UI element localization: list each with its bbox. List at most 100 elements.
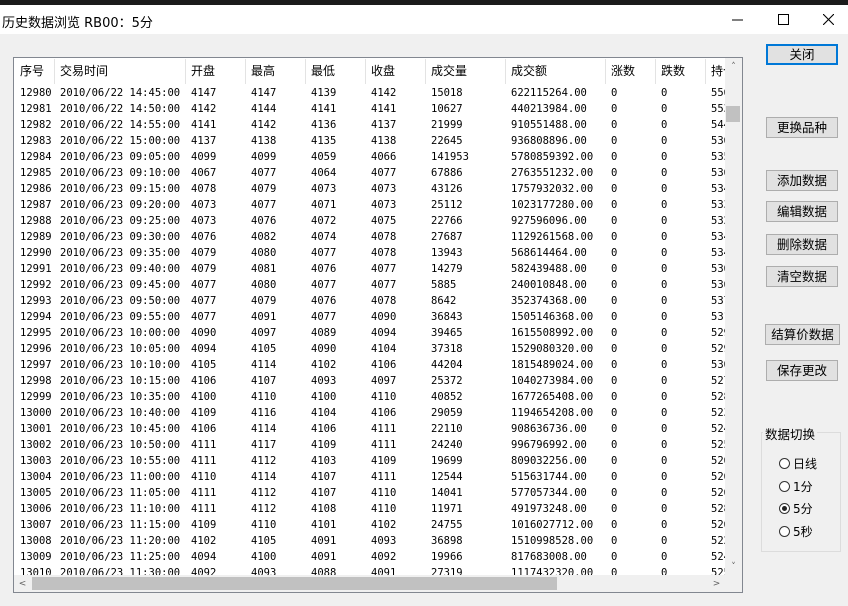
table-row[interactable]: 12982 2010/06/22 14:55:00 4141 4142 4136 4137… <box>15 117 726 133</box>
table-row[interactable]: 13005 2010/06/23 11:05:00 4111 4112 4107 4110… <box>15 485 726 501</box>
data-grid[interactable]: 序号交易时间开盘最高最低收盘成交量成交额涨数跌数持仓 12980 2010/06/… <box>13 57 743 593</box>
header-col-down-count[interactable]: 跌数 <box>656 59 706 84</box>
col-open-interest-cell: 536 <box>711 167 726 179</box>
vertical-scroll-thumb[interactable] <box>726 106 740 122</box>
col-up-count-cell: 0 <box>611 343 618 355</box>
radio-circle-icon[interactable] <box>779 502 790 514</box>
clear-data-button[interactable]: 清空数据 <box>766 266 838 287</box>
table-row[interactable]: 12994 2010/06/23 09:55:00 4077 4091 4077 4090… <box>15 309 726 325</box>
header-col-trade-time[interactable]: 交易时间 <box>55 59 186 84</box>
table-row[interactable]: 13001 2010/06/23 10:45:00 4106 4114 4106 4111… <box>15 421 726 437</box>
radio-daily[interactable]: 日线 <box>779 455 817 471</box>
table-row[interactable]: 12993 2010/06/23 09:50:00 4077 4079 4076 4078… <box>15 293 726 309</box>
col-close-cell: 4078 <box>371 295 397 307</box>
radio-1min[interactable]: 1分 <box>779 478 813 494</box>
table-row[interactable]: 12996 2010/06/23 10:05:00 4094 4105 4090 4104… <box>15 341 726 357</box>
radio-circle-icon[interactable] <box>779 457 790 469</box>
table-row[interactable]: 13002 2010/06/23 10:50:00 4111 4117 4109 4111… <box>15 437 726 453</box>
col-low-cell: 4076 <box>311 263 337 275</box>
header-col-open[interactable]: 开盘 <box>186 59 246 84</box>
table-row[interactable]: 12992 2010/06/23 09:45:00 4077 4080 4077 4077… <box>15 277 726 293</box>
vertical-scrollbar[interactable]: ˄ ˅ <box>725 58 742 575</box>
col-close-cell: 4111 <box>371 423 397 435</box>
header-col-index[interactable]: 序号 <box>15 59 55 84</box>
radio-5sec[interactable]: 5秒 <box>779 523 813 539</box>
col-amount-cell: 817683008.00 <box>511 551 587 563</box>
col-amount-cell: 2763551232.00 <box>511 167 594 179</box>
radio-5min[interactable]: 5分 <box>779 500 813 516</box>
col-open-interest-cell: 530 <box>711 359 726 371</box>
table-row[interactable]: 12989 2010/06/23 09:30:00 4076 4082 4074 4078… <box>15 229 726 245</box>
header-col-open-interest[interactable]: 持仓 <box>706 59 726 84</box>
edit-data-button[interactable]: 编辑数据 <box>766 201 838 222</box>
radio-label: 5秒 <box>793 524 813 539</box>
delete-data-button[interactable]: 删除数据 <box>766 234 838 255</box>
header-col-high[interactable]: 最高 <box>246 59 306 84</box>
col-close-cell: 4077 <box>371 167 397 179</box>
table-row[interactable]: 13009 2010/06/23 11:25:00 4094 4100 4091 4092… <box>15 549 726 565</box>
table-row[interactable]: 13000 2010/06/23 10:40:00 4109 4116 4104 4106… <box>15 405 726 421</box>
col-trade-time-cell: 2010/06/23 10:40:00 <box>60 407 181 419</box>
horizontal-scrollbar[interactable]: < > <box>14 575 725 592</box>
settlement-data-button[interactable]: 结算价数据 <box>765 324 840 345</box>
col-down-count-cell: 0 <box>661 407 668 419</box>
col-low-cell: 4108 <box>311 503 337 515</box>
col-down-count-cell: 0 <box>661 231 668 243</box>
table-row[interactable]: 12988 2010/06/23 09:25:00 4073 4076 4072 4075… <box>15 213 726 229</box>
header-col-up-count[interactable]: 涨数 <box>606 59 656 84</box>
table-row[interactable]: 12997 2010/06/23 10:10:00 4105 4114 4102 4106… <box>15 357 726 373</box>
scroll-down-icon[interactable]: ˅ <box>725 558 742 575</box>
col-amount-cell: 1194654208.00 <box>511 407 594 419</box>
col-amount-cell: 809032256.00 <box>511 455 587 467</box>
table-row[interactable]: 12985 2010/06/23 09:10:00 4067 4077 4064 4077… <box>15 165 726 181</box>
scroll-up-icon[interactable]: ˄ <box>725 58 742 75</box>
col-volume-cell: 40852 <box>431 391 463 403</box>
table-row[interactable]: 13003 2010/06/23 10:55:00 4111 4112 4103 4109… <box>15 453 726 469</box>
header-col-volume[interactable]: 成交量 <box>426 59 506 84</box>
table-row[interactable]: 13008 2010/06/23 11:20:00 4102 4105 4091 4093… <box>15 533 726 549</box>
table-row[interactable]: 13006 2010/06/23 11:10:00 4111 4112 4108 4110… <box>15 501 726 517</box>
header-col-amount[interactable]: 成交额 <box>506 59 606 84</box>
col-low-cell: 4100 <box>311 391 337 403</box>
minimize-button[interactable] <box>714 5 760 34</box>
col-high-cell: 4080 <box>251 279 277 291</box>
table-row[interactable]: 12987 2010/06/23 09:20:00 4073 4077 4071 4073… <box>15 197 726 213</box>
col-open-cell: 4141 <box>191 119 217 131</box>
table-row[interactable]: 12995 2010/06/23 10:00:00 4090 4097 4089 4094… <box>15 325 726 341</box>
maximize-button[interactable] <box>760 5 806 34</box>
title-bar: 历史数据浏览 RB00：5分 <box>0 5 848 34</box>
horizontal-scroll-thumb[interactable] <box>32 577 557 590</box>
scroll-left-icon[interactable]: < <box>14 575 31 592</box>
radio-circle-icon[interactable] <box>779 480 790 492</box>
close-window-button[interactable] <box>805 5 848 34</box>
table-row[interactable]: 12999 2010/06/23 10:35:00 4100 4110 4100 4110… <box>15 389 726 405</box>
col-amount-cell: 582439488.00 <box>511 263 587 275</box>
table-row[interactable]: 13007 2010/06/23 11:15:00 4109 4110 4101 4102… <box>15 517 726 533</box>
table-row[interactable]: 12990 2010/06/23 09:35:00 4079 4080 4077 4078… <box>15 245 726 261</box>
header-col-close[interactable]: 收盘 <box>366 59 426 84</box>
col-trade-time-cell: 2010/06/23 11:05:00 <box>60 487 181 499</box>
col-index-cell: 12986 <box>20 183 52 195</box>
table-row[interactable]: 12983 2010/06/22 15:00:00 4137 4138 4135 4138… <box>15 133 726 149</box>
col-open-cell: 4077 <box>191 295 217 307</box>
col-down-count-cell: 0 <box>661 215 668 227</box>
table-row[interactable]: 12984 2010/06/23 09:05:00 4099 4099 4059 4066… <box>15 149 726 165</box>
col-index-cell: 12998 <box>20 375 52 387</box>
table-row[interactable]: 12981 2010/06/22 14:50:00 4142 4144 4141 4141… <box>15 101 726 117</box>
scroll-right-icon[interactable]: > <box>708 575 725 592</box>
data-switch-label: 数据切换 <box>763 424 818 443</box>
save-changes-button[interactable]: 保存更改 <box>766 360 838 381</box>
window-title: 历史数据浏览 RB00：5分 <box>2 16 153 31</box>
close-button[interactable]: 关闭 <box>766 44 838 65</box>
table-row[interactable]: 12998 2010/06/23 10:15:00 4106 4107 4093 4097… <box>15 373 726 389</box>
table-row[interactable]: 13004 2010/06/23 11:00:00 4110 4114 4107 4111… <box>15 469 726 485</box>
table-row[interactable]: 12986 2010/06/23 09:15:00 4078 4079 4073 4073… <box>15 181 726 197</box>
add-data-button[interactable]: 添加数据 <box>766 170 838 191</box>
table-row[interactable]: 12980 2010/06/22 14:45:00 4147 4147 4139 4142… <box>15 85 726 101</box>
header-col-low[interactable]: 最低 <box>306 59 366 84</box>
col-high-cell: 4112 <box>251 455 277 467</box>
radio-circle-icon[interactable] <box>779 525 790 537</box>
change-symbol-button[interactable]: 更换品种 <box>766 117 838 138</box>
col-up-count-cell: 0 <box>611 311 618 323</box>
table-row[interactable]: 12991 2010/06/23 09:40:00 4079 4081 4076 4077… <box>15 261 726 277</box>
